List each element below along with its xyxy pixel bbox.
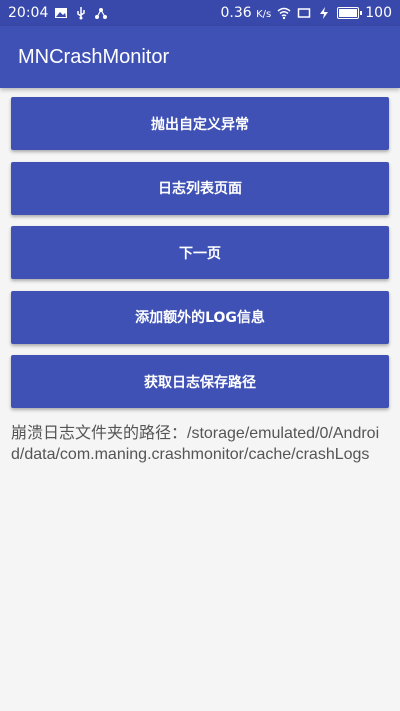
crash-log-path-text: 崩溃日志文件夹的路径：/storage/emulated/0/Android/d… bbox=[11, 425, 380, 463]
button-list: 抛出自定义异常 日志列表页面 下一页 添加额外的LOG信息 获取日志保存路径 bbox=[11, 97, 389, 420]
app-title: MNCrashMonitor bbox=[18, 45, 170, 68]
battery-level: 100 bbox=[365, 5, 392, 21]
battery-fill bbox=[339, 9, 358, 17]
share-hub-icon bbox=[94, 6, 108, 20]
status-time: 20:04 bbox=[8, 5, 49, 21]
net-speed-value: 0.36 bbox=[220, 5, 252, 21]
throw-custom-exception-button[interactable]: 抛出自定义异常 bbox=[11, 97, 389, 150]
status-bar: 20:04 0.36 K/s 100 bbox=[0, 0, 400, 26]
charging-bolt-icon bbox=[317, 6, 331, 20]
usb-icon bbox=[74, 6, 88, 20]
status-bar-right: 0.36 K/s 100 bbox=[221, 5, 393, 21]
net-speed: 0.36 K/s bbox=[221, 5, 272, 21]
get-log-save-path-button[interactable]: 获取日志保存路径 bbox=[11, 355, 389, 408]
screen-cast-icon bbox=[297, 6, 311, 20]
app-bar: MNCrashMonitor bbox=[0, 26, 400, 88]
battery-icon bbox=[337, 7, 363, 19]
status-bar-left: 20:04 bbox=[8, 5, 108, 21]
log-list-page-button[interactable]: 日志列表页面 bbox=[11, 161, 389, 215]
next-page-button[interactable]: 下一页 bbox=[11, 226, 389, 279]
net-speed-unit: K/s bbox=[256, 9, 272, 20]
image-icon bbox=[54, 6, 68, 20]
add-extra-log-info-button[interactable]: 添加额外的LOG信息 bbox=[11, 290, 389, 344]
wifi-icon bbox=[277, 6, 291, 20]
